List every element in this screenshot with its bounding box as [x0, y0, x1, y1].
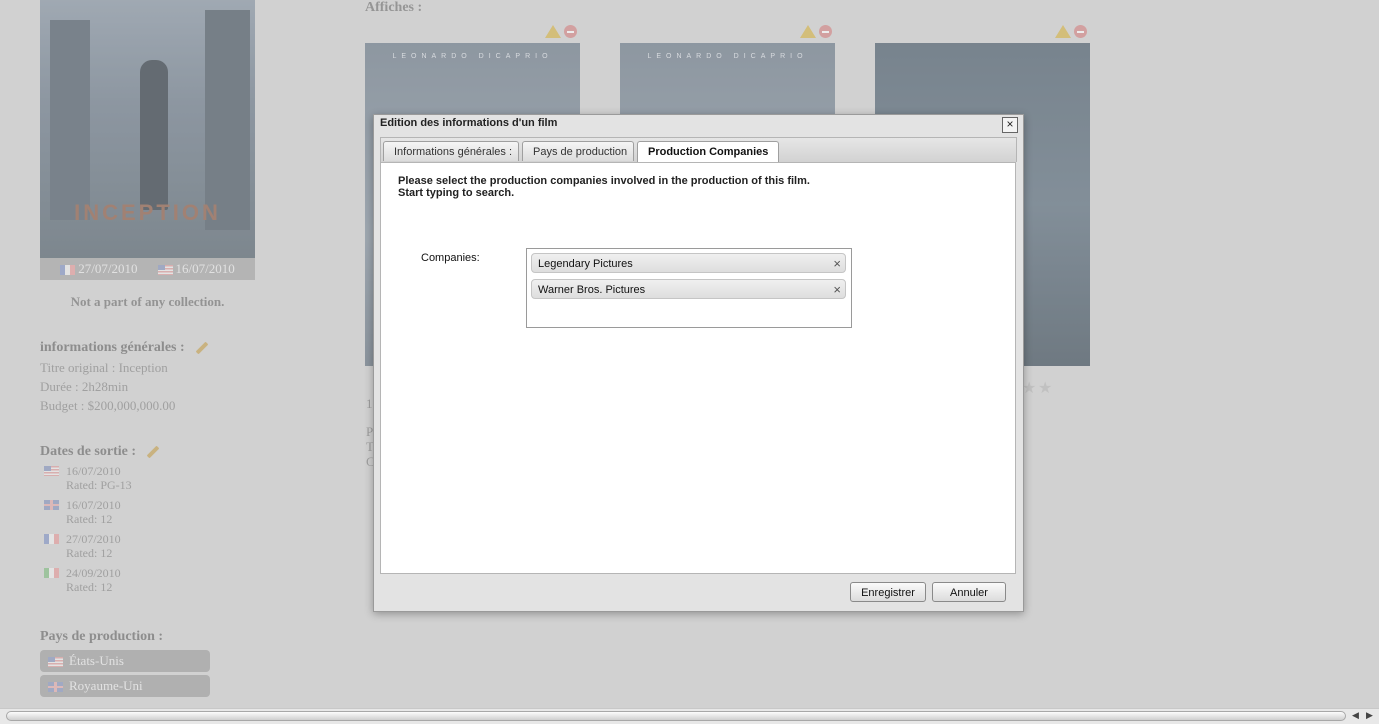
- companies-label: Companies:: [421, 252, 480, 264]
- cancel-button[interactable]: Annuler: [932, 582, 1006, 602]
- company-name: Warner Bros. Pictures: [538, 284, 646, 296]
- company-name: Legendary Pictures: [538, 258, 633, 270]
- instructions: Please select the production companies i…: [398, 175, 810, 199]
- tab-general-info[interactable]: Informations générales :: [383, 141, 519, 161]
- company-token[interactable]: Warner Bros. Pictures ×: [531, 279, 846, 299]
- close-icon[interactable]: ×: [1002, 117, 1018, 133]
- scroll-right-icon[interactable]: ▶: [1366, 711, 1373, 721]
- tab-production-companies[interactable]: Production Companies: [637, 141, 779, 162]
- scroll-left-icon[interactable]: ◀: [1352, 711, 1359, 721]
- tab-bar: Informations générales : Pays de product…: [380, 137, 1017, 162]
- remove-token-icon[interactable]: ×: [833, 254, 841, 274]
- instructions-line: Start typing to search.: [398, 187, 515, 199]
- company-token[interactable]: Legendary Pictures ×: [531, 253, 846, 273]
- tab-panel: Please select the production companies i…: [380, 162, 1016, 574]
- companies-token-input[interactable]: Legendary Pictures × Warner Bros. Pictur…: [526, 248, 852, 328]
- dialog-title: Edition des informations d'un film: [380, 117, 558, 129]
- edit-film-dialog: Edition des informations d'un film × Inf…: [373, 114, 1024, 612]
- scrollbar-thumb[interactable]: [6, 711, 1346, 721]
- remove-token-icon[interactable]: ×: [833, 280, 841, 300]
- save-button[interactable]: Enregistrer: [850, 582, 926, 602]
- tab-production-countries[interactable]: Pays de production: [522, 141, 634, 161]
- horizontal-scrollbar[interactable]: ◀ ▶: [0, 708, 1379, 724]
- instructions-line: Please select the production companies i…: [398, 175, 810, 187]
